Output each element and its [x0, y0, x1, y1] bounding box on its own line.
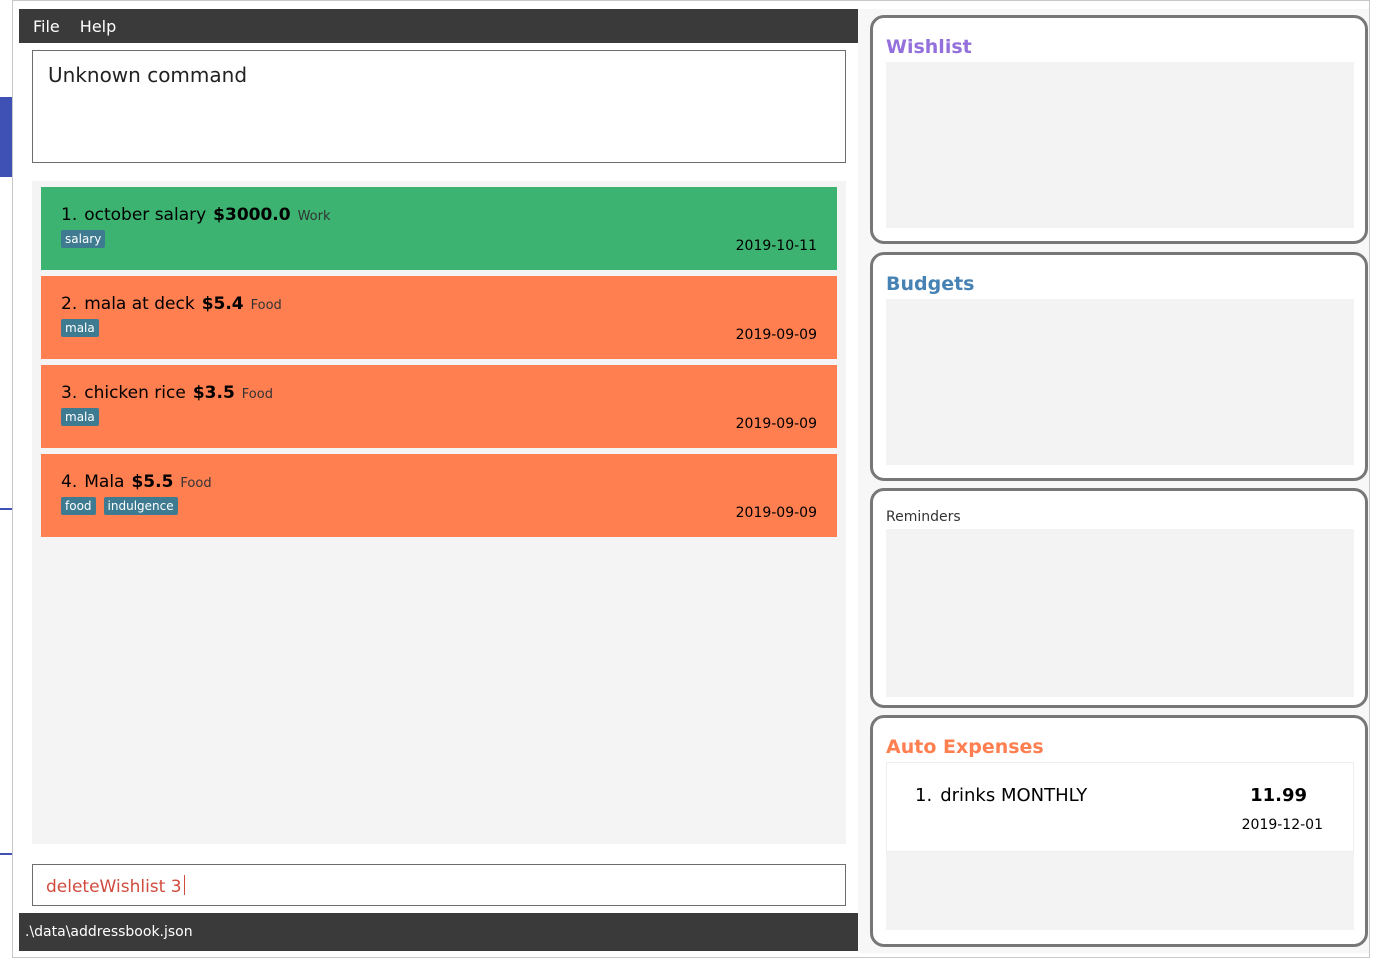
budgets-title: Budgets: [886, 273, 975, 295]
entry-list[interactable]: 1. october salary $3000.0 Work salary 20…: [32, 181, 846, 844]
entry-amount: $3.5: [192, 383, 235, 403]
result-display: Unknown command: [32, 50, 846, 163]
entry-tag: indulgence: [103, 497, 178, 515]
entry-card[interactable]: 3. chicken rice $3.5 Food mala 2019-09-0…: [41, 365, 837, 448]
entry-category: Food: [250, 298, 282, 313]
entry-card[interactable]: 1. october salary $3000.0 Work salary 20…: [41, 187, 837, 270]
entry-description: Mala: [84, 472, 125, 492]
background-divider: [0, 508, 12, 510]
reminders-list[interactable]: [886, 529, 1354, 697]
auto-expense-amount: 11.99: [1250, 785, 1307, 806]
entry-tag: salary: [61, 230, 106, 248]
auto-expenses-title: Auto Expenses: [886, 736, 1044, 758]
entry-date: 2019-09-09: [735, 416, 817, 432]
entry-index: 1.: [61, 205, 78, 225]
entry-index: 2.: [61, 294, 78, 314]
menu-file[interactable]: File: [33, 17, 60, 36]
auto-expense-date: 2019-12-01: [1241, 817, 1323, 833]
reminders-title: Reminders: [886, 509, 961, 525]
entry-description: mala at deck: [84, 294, 195, 314]
entry-category: Food: [180, 476, 212, 491]
entry-description: chicken rice: [84, 383, 186, 403]
entry-date: 2019-09-09: [735, 327, 817, 343]
background-divider: [0, 853, 12, 855]
side-panels: Wishlist Budgets Reminders Auto Expenses…: [858, 9, 1369, 953]
status-bar: .\data\addressbook.json: [19, 913, 858, 951]
command-text[interactable]: deleteWishlist 3: [46, 877, 182, 897]
entry-tag: mala: [61, 319, 99, 337]
wishlist-title: Wishlist: [886, 36, 972, 58]
entry-category: Work: [297, 209, 331, 224]
wishlist-list[interactable]: [886, 62, 1354, 228]
entry-description: october salary: [84, 205, 207, 225]
budgets-panel: Budgets: [870, 252, 1368, 481]
entry-amount: $5.5: [131, 472, 174, 492]
wishlist-panel: Wishlist: [870, 15, 1368, 244]
entry-tag: food: [61, 497, 96, 515]
auto-expense-description: drinks MONTHLY: [940, 785, 1088, 806]
entry-index: 3.: [61, 383, 78, 403]
command-input[interactable]: deleteWishlist 3: [32, 864, 846, 906]
auto-expenses-panel: Auto Expenses 1. drinks MONTHLY 11.99 20…: [870, 715, 1368, 947]
entry-category: Food: [241, 387, 273, 402]
entry-card[interactable]: 2. mala at deck $5.4 Food mala 2019-09-0…: [41, 276, 837, 359]
auto-expenses-list[interactable]: 1. drinks MONTHLY 11.99 2019-12-01: [886, 762, 1354, 930]
auto-expense-index: 1.: [915, 785, 933, 806]
background-banner: [0, 97, 12, 177]
app-window: File Help Unknown command 1. october sal…: [12, 0, 1370, 958]
text-caret: [183, 875, 185, 895]
menu-bar: File Help: [19, 9, 858, 43]
entry-card[interactable]: 4. Mala $5.5 Food food indulgence 2019-0…: [41, 454, 837, 537]
entry-amount: $3000.0: [213, 205, 291, 225]
menu-help[interactable]: Help: [80, 17, 116, 36]
budgets-list[interactable]: [886, 299, 1354, 465]
entry-index: 4.: [61, 472, 78, 492]
auto-expense-item[interactable]: 1. drinks MONTHLY 11.99 2019-12-01: [886, 762, 1354, 852]
entry-date: 2019-10-11: [735, 238, 817, 254]
background-window: [0, 0, 12, 962]
reminders-panel: Reminders: [870, 488, 1368, 708]
result-message: Unknown command: [48, 63, 248, 87]
entry-date: 2019-09-09: [735, 505, 817, 521]
status-file-path: .\data\addressbook.json: [25, 924, 193, 940]
entry-tag: mala: [61, 408, 99, 426]
entry-amount: $5.4: [201, 294, 244, 314]
